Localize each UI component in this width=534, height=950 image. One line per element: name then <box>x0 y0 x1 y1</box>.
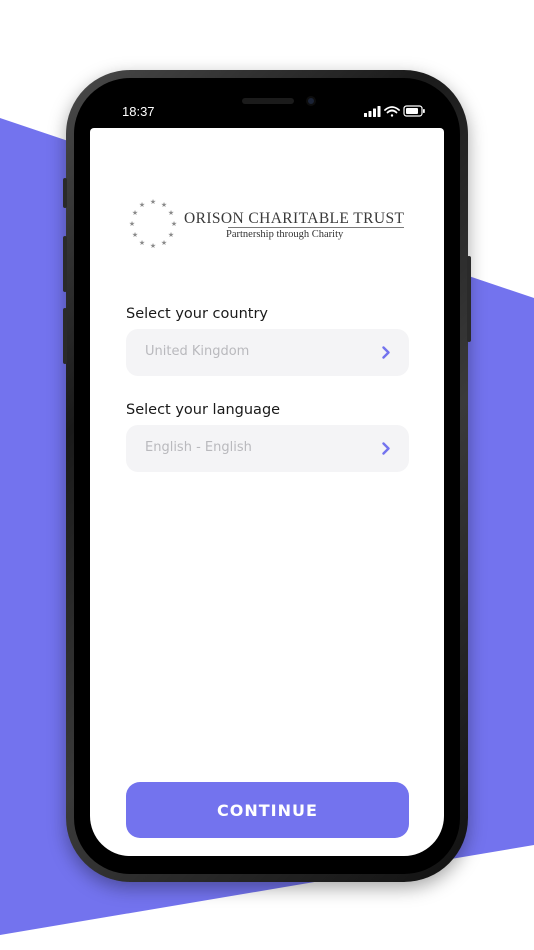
logo-divider <box>228 227 404 228</box>
logo-title: ORISON CHARITABLE TRUST <box>184 210 405 227</box>
continue-button-label: CONTINUE <box>217 800 318 820</box>
svg-text:★: ★ <box>129 220 135 228</box>
battery-icon <box>403 105 425 117</box>
svg-text:★: ★ <box>139 201 145 209</box>
svg-text:★: ★ <box>150 198 156 206</box>
svg-text:★: ★ <box>161 239 167 247</box>
logo-tagline: Partnership through Charity <box>226 229 344 240</box>
svg-text:★: ★ <box>150 242 156 250</box>
star-ring-icon: ★ ★ ★ ★ ★ ★ ★ ★ ★ ★ ★ ★ <box>129 198 177 250</box>
earpiece-speaker <box>242 98 294 104</box>
language-label: Select your language <box>126 402 281 418</box>
country-label: Select your country <box>126 306 269 322</box>
app-screen: ★ ★ ★ ★ ★ ★ ★ ★ ★ ★ ★ ★ ORISON CHARITABL… <box>90 128 444 856</box>
chevron-right-icon <box>382 442 390 455</box>
volume-up-button <box>63 236 67 292</box>
svg-text:★: ★ <box>168 209 174 217</box>
status-time: 18:37 <box>122 104 155 119</box>
svg-text:★: ★ <box>161 201 167 209</box>
language-value: English - English <box>145 440 252 455</box>
signal-icon <box>364 106 381 117</box>
front-camera <box>306 96 316 106</box>
chevron-right-icon <box>382 346 390 359</box>
svg-text:★: ★ <box>168 231 174 239</box>
wifi-icon <box>384 106 400 117</box>
country-value: United Kingdom <box>145 344 250 359</box>
svg-text:★: ★ <box>171 220 177 228</box>
svg-text:★: ★ <box>139 239 145 247</box>
country-select[interactable]: United Kingdom <box>126 329 409 376</box>
continue-button[interactable]: CONTINUE <box>126 782 409 838</box>
volume-down-button <box>63 308 67 364</box>
language-select[interactable]: English - English <box>126 425 409 472</box>
mute-switch <box>63 178 67 208</box>
orison-logo: ★ ★ ★ ★ ★ ★ ★ ★ ★ ★ ★ ★ ORISON CHARITABL… <box>124 196 414 256</box>
power-button <box>467 256 471 342</box>
svg-text:★: ★ <box>132 231 138 239</box>
svg-text:★: ★ <box>132 209 138 217</box>
status-icons <box>364 105 425 117</box>
status-bar: 18:37 <box>90 94 444 128</box>
